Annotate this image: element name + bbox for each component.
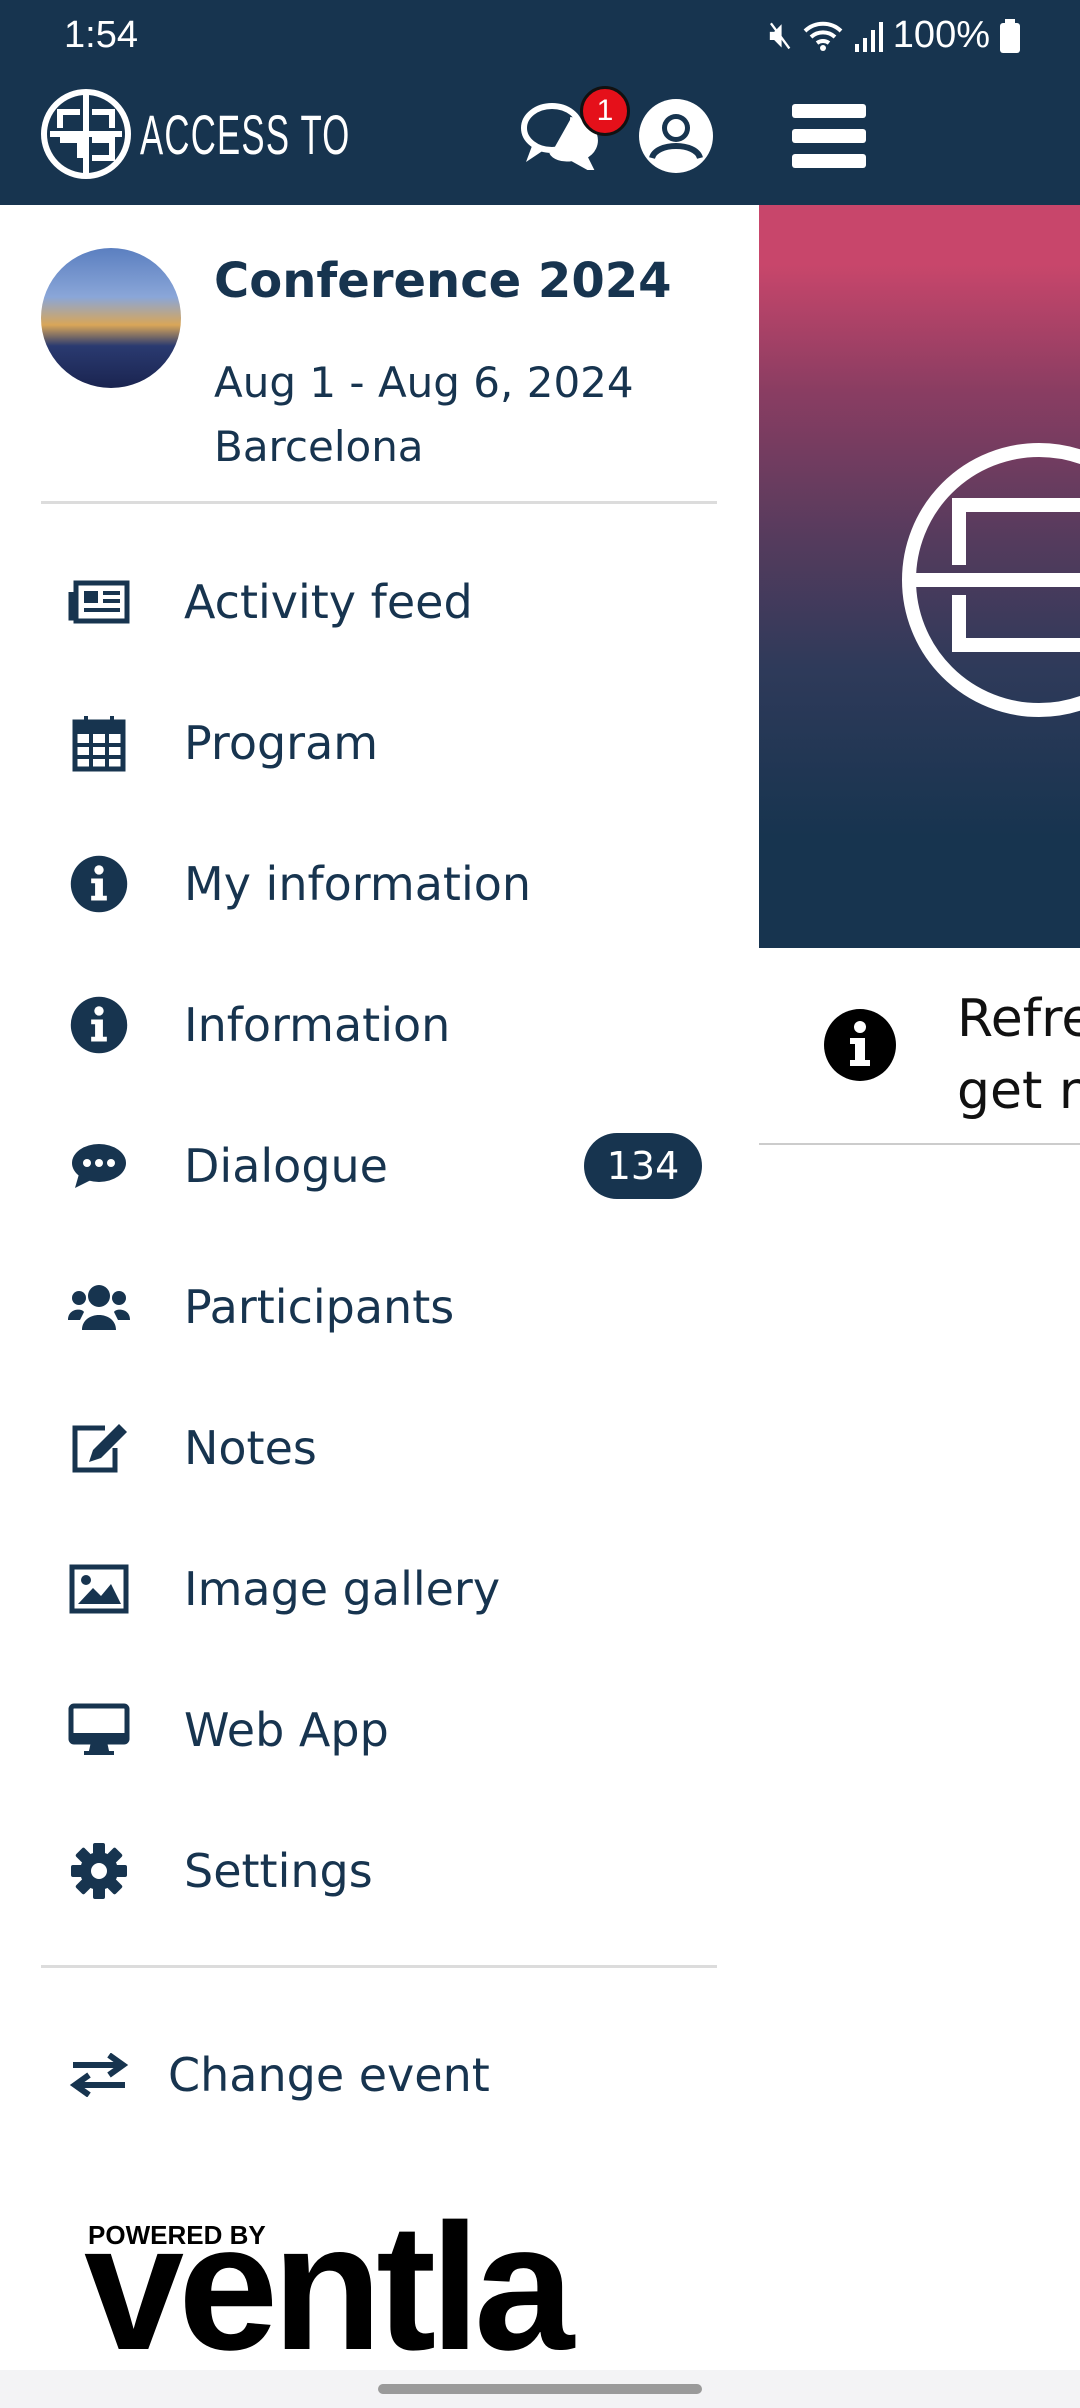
menu-item-dialogue[interactable]: Dialogue 134 bbox=[0, 1095, 759, 1236]
banner-logo-icon bbox=[902, 443, 1080, 717]
image-icon bbox=[68, 1558, 130, 1620]
newspaper-icon bbox=[68, 571, 130, 633]
menu-item-my-information[interactable]: My information bbox=[0, 813, 759, 954]
info-text-line2: get re bbox=[957, 1061, 1080, 1121]
menu-item-program[interactable]: Program bbox=[0, 672, 759, 813]
ventla-logo: ventla bbox=[84, 2187, 574, 2388]
calendar-icon bbox=[68, 712, 130, 774]
status-time: 1:54 bbox=[64, 14, 138, 56]
event-title: Conference 2024 bbox=[214, 253, 672, 309]
app-header: 1:54 🔇︎ 100% ACCESS TO 1 bbox=[0, 0, 1080, 205]
menu-item-label: Program bbox=[184, 715, 379, 770]
status-icons: 🔇︎ 100% bbox=[769, 14, 1020, 57]
menu-item-participants[interactable]: Participants bbox=[0, 1236, 759, 1377]
menu-item-label: Participants bbox=[184, 1279, 455, 1334]
hamburger-menu-icon[interactable] bbox=[792, 104, 866, 168]
logo-emblem-icon bbox=[41, 89, 131, 179]
menu-item-label: Activity feed bbox=[184, 574, 473, 629]
info-circle-icon bbox=[824, 1009, 896, 1081]
menu-item-label: Information bbox=[184, 997, 451, 1052]
navigation-drawer: Conference 2024 Aug 1 - Aug 6, 2024 Barc… bbox=[0, 205, 759, 2370]
edit-icon bbox=[68, 1417, 130, 1479]
menu-item-label: Image gallery bbox=[184, 1561, 501, 1616]
users-icon bbox=[68, 1276, 130, 1338]
menu-item-label: Dialogue bbox=[184, 1138, 388, 1193]
menu-item-label: Notes bbox=[184, 1420, 317, 1475]
info-circle-icon bbox=[68, 994, 130, 1056]
menu-item-settings[interactable]: Settings bbox=[0, 1800, 759, 1941]
menu-item-image-gallery[interactable]: Image gallery bbox=[0, 1518, 759, 1659]
brand-name: ACCESS TO bbox=[140, 102, 351, 166]
menu-item-label: Web App bbox=[184, 1702, 389, 1757]
divider bbox=[41, 1965, 717, 1968]
info-circle-icon bbox=[68, 853, 130, 915]
event-avatar bbox=[41, 248, 181, 388]
event-banner bbox=[759, 205, 1080, 948]
signal-icon bbox=[854, 21, 883, 52]
mute-icon: 🔇︎ bbox=[768, 14, 793, 56]
unread-count-badge: 134 bbox=[584, 1132, 702, 1199]
chat-notification-badge: 1 bbox=[580, 86, 630, 136]
battery-icon bbox=[1000, 18, 1020, 53]
menu-item-activity-feed[interactable]: Activity feed bbox=[0, 531, 759, 672]
exchange-icon bbox=[68, 2044, 130, 2106]
info-text-line1: Refre bbox=[957, 989, 1080, 1049]
comment-dots-icon bbox=[68, 1135, 130, 1197]
change-event-label: Change event bbox=[168, 2047, 490, 2102]
event-dates: Aug 1 - Aug 6, 2024 bbox=[214, 358, 634, 407]
change-event-button[interactable]: Change event bbox=[0, 2004, 759, 2145]
brand-logo[interactable]: ACCESS TO bbox=[40, 88, 480, 180]
desktop-icon bbox=[68, 1699, 130, 1761]
menu-item-label: My information bbox=[184, 856, 532, 911]
gear-icon bbox=[68, 1840, 130, 1902]
user-profile-icon[interactable] bbox=[636, 96, 716, 176]
divider bbox=[41, 501, 717, 504]
menu-item-web-app[interactable]: Web App bbox=[0, 1659, 759, 1800]
home-gesture-handle[interactable] bbox=[378, 2384, 702, 2394]
menu-item-notes[interactable]: Notes bbox=[0, 1377, 759, 1518]
menu-item-information[interactable]: Information bbox=[0, 954, 759, 1095]
info-notice[interactable]: Refre get re bbox=[759, 948, 1080, 1145]
menu-item-label: Settings bbox=[184, 1843, 373, 1898]
event-location: Barcelona bbox=[214, 422, 424, 471]
battery-level: 100% bbox=[892, 14, 990, 56]
wifi-icon bbox=[803, 21, 843, 51]
